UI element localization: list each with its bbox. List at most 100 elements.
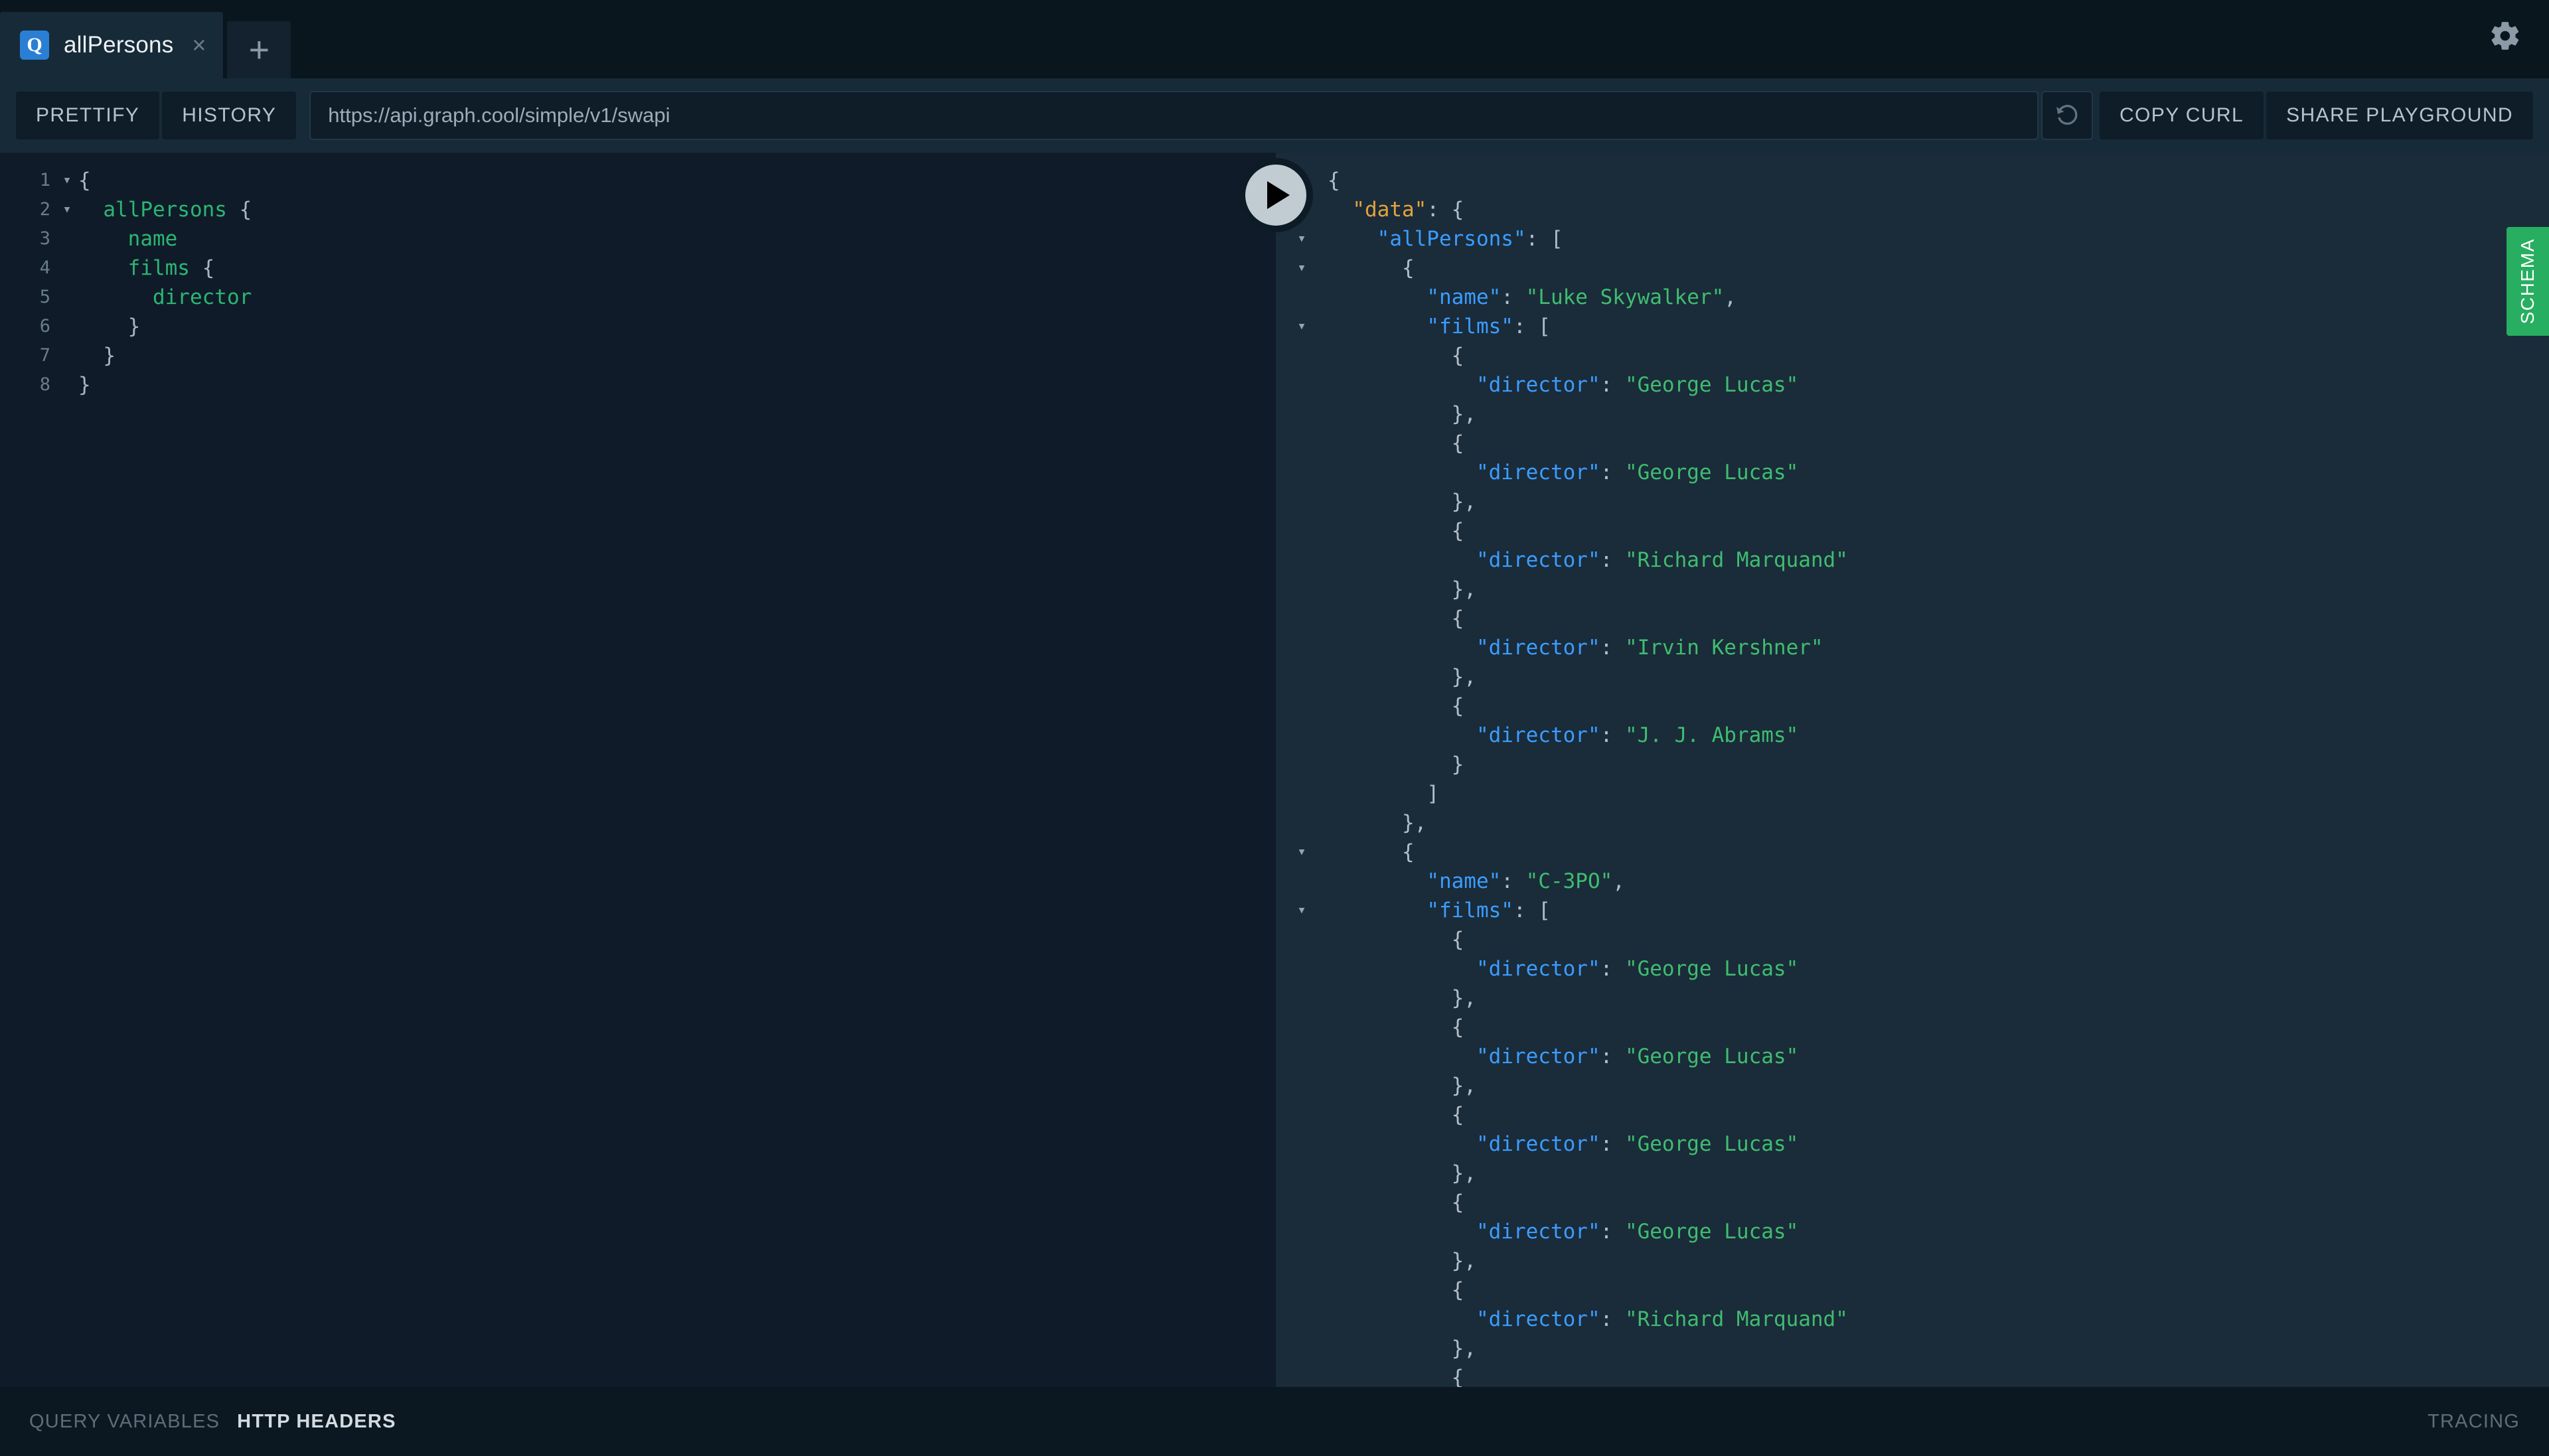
- response-line: ▾ {: [1276, 254, 2549, 283]
- response-line: ▾ "data": {: [1276, 195, 2549, 224]
- response-line-text: "films": [: [1427, 899, 1551, 922]
- response-line: ]: [1276, 779, 2549, 808]
- response-line-text: },: [1451, 1161, 1476, 1185]
- response-line: ▾ "films": [: [1276, 312, 2549, 341]
- query-line-text: {: [78, 169, 91, 192]
- response-line-text: "director": "George Lucas": [1476, 373, 1799, 397]
- response-line: {: [1276, 692, 2549, 721]
- response-line-text: "director": "Richard Marquand": [1476, 1307, 1848, 1331]
- response-line: },: [1276, 1071, 2549, 1100]
- line-number: 1: [39, 170, 50, 190]
- response-line: ▾{: [1276, 166, 2549, 195]
- query-line: 2 ▾ allPersons {: [0, 195, 1276, 224]
- fold-arrow-icon[interactable]: ▾: [1276, 312, 1328, 341]
- response-line-text: "director": "George Lucas": [1476, 1045, 1799, 1068]
- tab-query-variables[interactable]: QUERY VARIABLES: [29, 1411, 220, 1433]
- response-line-text: },: [1451, 402, 1476, 426]
- response-line: {: [1276, 925, 2549, 954]
- response-line: },: [1276, 575, 2549, 604]
- response-line: },: [1276, 1334, 2549, 1363]
- response-line-text: "director": "George Lucas": [1476, 957, 1799, 981]
- play-icon: [1267, 181, 1290, 209]
- bottom-bar-tabs: QUERY VARIABLES HTTP HEADERS: [29, 1411, 396, 1433]
- response-line: }: [1276, 750, 2549, 779]
- response-line-text: "director": "Irvin Kershner": [1476, 636, 1823, 660]
- response-line-text: }: [1451, 753, 1464, 776]
- response-line: "director": "George Lucas": [1276, 370, 2549, 400]
- fold-arrow-icon[interactable]: ▾: [1276, 837, 1328, 867]
- response-line-text: },: [1451, 1337, 1476, 1360]
- response-line-text: {: [1451, 1103, 1464, 1127]
- response-line-text: },: [1451, 665, 1476, 689]
- response-line: {: [1276, 429, 2549, 458]
- response-line: "director": "J. J. Abrams": [1276, 721, 2549, 750]
- response-line-text: {: [1451, 519, 1464, 543]
- endpoint-url-input[interactable]: https://api.graph.cool/simple/v1/swapi: [309, 91, 2039, 140]
- response-line-text: {: [1451, 607, 1464, 630]
- response-line: {: [1276, 341, 2549, 370]
- gear-icon[interactable]: [2488, 19, 2522, 53]
- line-number: 8: [39, 374, 50, 395]
- line-number: 7: [39, 345, 50, 366]
- response-line: },: [1276, 808, 2549, 837]
- response-line: "director": "George Lucas": [1276, 458, 2549, 487]
- response-line-text: },: [1451, 986, 1476, 1010]
- reload-schema-button[interactable]: [2041, 91, 2093, 140]
- query-line-text: director: [152, 285, 252, 309]
- close-icon[interactable]: ×: [192, 33, 206, 57]
- response-line: {: [1276, 1013, 2549, 1042]
- query-line-text: films {: [127, 256, 215, 280]
- response-line: "director": "George Lucas": [1276, 1042, 2549, 1071]
- response-line-text: {: [1451, 694, 1464, 718]
- response-line: "director": "Richard Marquand": [1276, 546, 2549, 575]
- run-query-button[interactable]: [1239, 158, 1313, 232]
- query-line: 6 }: [0, 312, 1276, 341]
- query-editor[interactable]: 1 ▾{2 ▾ allPersons {3 name 4 films {5 direc…: [0, 153, 1276, 1387]
- response-lines: ▾{▾ "data": {▾ "allPersons": [▾ { "name"…: [1276, 166, 2549, 1387]
- prettify-button[interactable]: PRETTIFY: [16, 92, 160, 139]
- query-line-text: }: [103, 344, 116, 368]
- tab-bar: Q allPersons × +: [0, 0, 2549, 78]
- response-line-text: "name": "Luke Skywalker",: [1427, 285, 1737, 309]
- query-line: 3 name: [0, 224, 1276, 254]
- fold-arrow-icon[interactable]: ▾: [56, 166, 78, 195]
- response-line: {: [1276, 604, 2549, 633]
- endpoint-url-value: https://api.graph.cool/simple/v1/swapi: [328, 104, 670, 127]
- fold-arrow-icon[interactable]: ▾: [56, 195, 78, 224]
- response-line-text: {: [1451, 928, 1464, 952]
- tab-label: allPersons: [64, 32, 174, 58]
- query-line: 1 ▾{: [0, 166, 1276, 195]
- tab-tracing[interactable]: TRACING: [2428, 1411, 2520, 1433]
- response-line-text: "director": "Richard Marquand": [1476, 548, 1848, 572]
- history-button[interactable]: HISTORY: [162, 92, 297, 139]
- fold-arrow-icon[interactable]: ▾: [1276, 254, 1328, 283]
- new-tab-button[interactable]: +: [227, 21, 291, 78]
- copy-curl-button[interactable]: COPY CURL: [2099, 92, 2264, 139]
- response-line: {: [1276, 516, 2549, 546]
- response-line-text: "director": "George Lucas": [1476, 1220, 1799, 1244]
- tab-http-headers[interactable]: HTTP HEADERS: [237, 1411, 396, 1433]
- response-line: {: [1276, 1100, 2549, 1129]
- response-line: ▾ "allPersons": [: [1276, 224, 2549, 254]
- response-line-text: "director": "George Lucas": [1476, 461, 1799, 484]
- fold-arrow-icon[interactable]: ▾: [1276, 896, 1328, 925]
- schema-tab-label: SCHEMA: [2517, 238, 2538, 325]
- response-line: {: [1276, 1363, 2549, 1387]
- query-line-text: allPersons {: [103, 198, 252, 222]
- response-line-text: {: [1451, 1278, 1464, 1302]
- main-area: 1 ▾{2 ▾ allPersons {3 name 4 films {5 direc…: [0, 153, 2549, 1387]
- schema-tab-button[interactable]: SCHEMA: [2507, 227, 2549, 336]
- response-line: "director": "Richard Marquand": [1276, 1305, 2549, 1334]
- response-viewer[interactable]: ▾{▾ "data": {▾ "allPersons": [▾ { "name"…: [1276, 153, 2549, 1387]
- response-line-text: ]: [1427, 782, 1439, 806]
- response-line: "director": "George Lucas": [1276, 1129, 2549, 1159]
- response-line: },: [1276, 487, 2549, 516]
- response-line: {: [1276, 1188, 2549, 1217]
- response-line: "director": "George Lucas": [1276, 1217, 2549, 1246]
- share-playground-button[interactable]: SHARE PLAYGROUND: [2266, 92, 2533, 139]
- query-editor-lines: 1 ▾{2 ▾ allPersons {3 name 4 films {5 direc…: [0, 166, 1276, 400]
- response-line: },: [1276, 1246, 2549, 1275]
- response-line: },: [1276, 662, 2549, 692]
- response-line-text: },: [1451, 1249, 1476, 1273]
- tab-allpersons[interactable]: Q allPersons ×: [0, 12, 224, 78]
